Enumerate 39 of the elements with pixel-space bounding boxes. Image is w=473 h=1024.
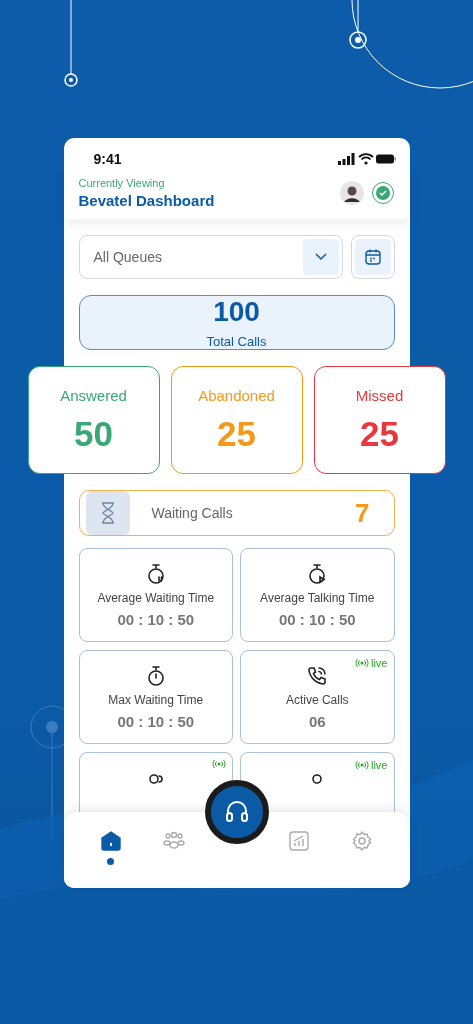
queue-dropdown[interactable]: All Queues [78,235,343,279]
chevron-down-icon [314,253,327,261]
stat-value: 25 [217,413,256,454]
live-label: live [371,759,388,771]
calendar-button[interactable] [350,235,395,279]
live-signal-icon [355,658,369,668]
waiting-calls-value: 7 [355,497,370,529]
avatar[interactable] [339,181,364,205]
status-time: 9:41 [93,151,122,167]
total-calls-value: 100 [213,296,260,328]
home-icon [99,830,122,852]
stat-value: 25 [360,413,399,454]
chart-icon [288,830,311,852]
stat-label: Abandoned [198,386,275,404]
waiting-calls-label: Waiting Calls [151,505,234,521]
stat-label: Answered [60,386,127,404]
calendar-icon [363,248,382,266]
live-signal-icon [355,760,369,770]
metric-label: Average Waiting Time [97,591,215,605]
settings-icon [351,830,374,852]
metric-value: 06 [308,713,326,730]
metric-value: 00 : 10 : 50 [117,611,195,628]
team-icon [161,830,186,852]
header-caption: Currently Viewing [78,177,166,189]
stat-value: 50 [74,413,113,454]
metric-label: Max Waiting Time [108,693,204,707]
live-label: live [371,657,388,669]
dashboard-title: Bevatel Dashboard [78,192,215,209]
hourglass-icon [99,502,116,524]
metric-label: Active Calls [285,693,349,707]
metric-label: Average Talking Time [260,591,375,605]
active-dot [107,858,115,865]
metric-value: 00 : 10 : 50 [278,611,356,628]
total-calls-label: Total Calls [206,334,267,349]
phone-call-icon [306,665,329,687]
live-signal-icon [212,759,226,769]
status-icons [337,153,396,165]
stat-label: Missed [355,386,404,404]
metric-value: 00 : 10 : 50 [117,713,195,730]
